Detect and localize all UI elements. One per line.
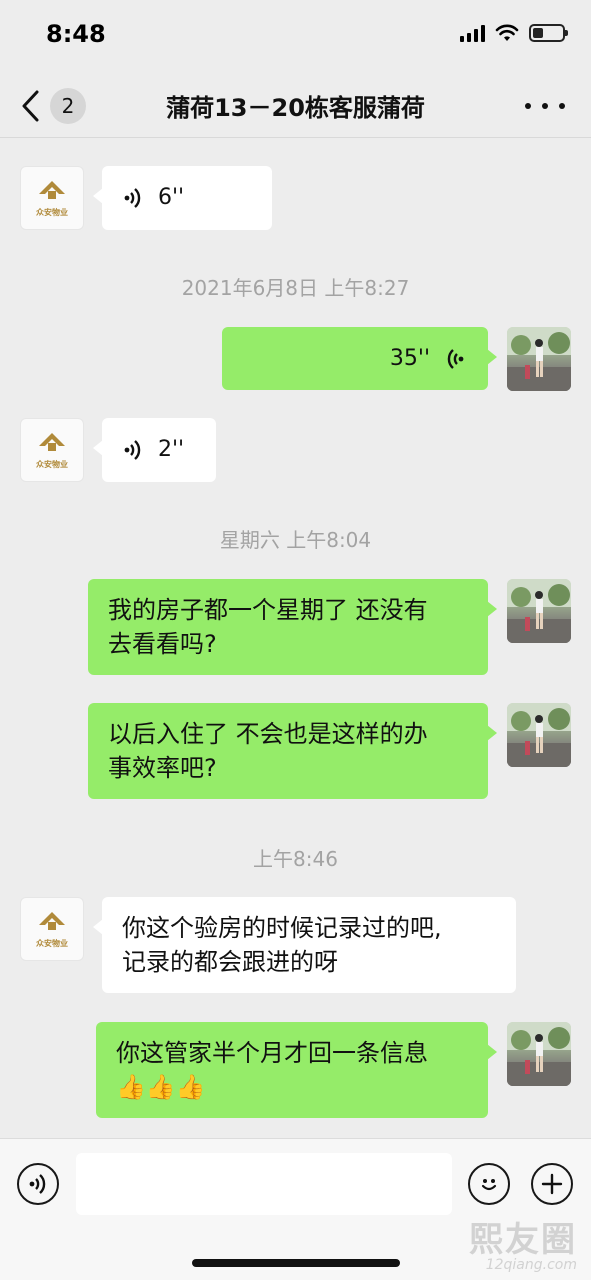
wifi-icon [495, 24, 519, 41]
home-indicator[interactable] [192, 1259, 400, 1267]
more-options-button[interactable] [525, 96, 565, 116]
message-line: 记录的都会跟进的呀 [122, 948, 338, 976]
contact-avatar[interactable]: 众安物业 [20, 166, 84, 230]
message-line: 👍👍👍 [116, 1073, 206, 1101]
user-avatar[interactable] [507, 327, 571, 391]
user-avatar[interactable] [507, 703, 571, 767]
status-icons [460, 24, 568, 42]
voice-message[interactable]: 35'' [222, 327, 497, 390]
emoji-button[interactable] [468, 1163, 510, 1205]
user-avatar[interactable] [507, 579, 571, 643]
plus-icon [541, 1173, 563, 1195]
property-logo-icon [39, 181, 65, 199]
voice-duration: 2'' [158, 437, 185, 462]
user-photo-icon [507, 1022, 571, 1086]
message-line: 事效率吧? [108, 754, 217, 782]
message-timestamp: 上午8:46 [253, 847, 338, 871]
more-dot-icon [525, 103, 531, 109]
watermark-text: 熙友圈 [469, 1220, 577, 1260]
voice-wave-icon [29, 1174, 46, 1194]
voice-input-button[interactable] [17, 1163, 59, 1205]
voice-wave-icon [444, 347, 464, 371]
logo-text: 众安物业 [36, 208, 68, 217]
battery-icon [529, 24, 568, 42]
property-logo-icon [39, 433, 65, 451]
message-line: 你这管家半个月才回一条信息 [116, 1039, 428, 1067]
message-line: 去看看吗? [108, 630, 217, 658]
message-timestamp: 星期六 上午8:04 [219, 528, 372, 552]
message-timestamp: 2021年6月8日 上午8:27 [181, 276, 410, 300]
contact-avatar[interactable]: 众安物业 [20, 897, 84, 961]
voice-message[interactable]: 6'' [93, 166, 272, 230]
user-photo-icon [507, 579, 571, 643]
text-message[interactable]: 我的房子都一个星期了 还没有 去看看吗? [88, 579, 497, 675]
more-dot-icon [542, 103, 548, 109]
user-photo-icon [507, 327, 571, 391]
watermark-url: 12qiang.com [485, 1257, 577, 1273]
watermark: 熙友圈 12qiang.com [469, 1212, 577, 1273]
message-line: 以后入住了 不会也是这样的办 [108, 720, 428, 748]
logo-text: 众安物业 [36, 939, 68, 948]
text-message[interactable]: 你这个验房的时候记录过的吧, 记录的都会跟进的呀 [93, 897, 516, 993]
chat-title: 蒲荷13－20栋客服蒲荷 [166, 94, 425, 122]
voice-duration: 6'' [158, 185, 185, 210]
message-input[interactable] [76, 1153, 452, 1215]
user-photo-icon [507, 703, 571, 767]
message-line: 我的房子都一个星期了 还没有 [108, 596, 428, 624]
chat-header: 2 蒲荷13－20栋客服蒲荷 [0, 72, 591, 138]
voice-message[interactable]: 2'' [93, 418, 216, 482]
smiley-icon [481, 1179, 497, 1191]
user-avatar[interactable] [507, 1022, 571, 1086]
voice-wave-icon [124, 186, 144, 210]
text-message[interactable]: 你这管家半个月才回一条信息 👍👍👍 [96, 1022, 497, 1118]
logo-text: 众安物业 [36, 460, 68, 469]
contact-avatar[interactable]: 众安物业 [20, 418, 84, 482]
cellular-signal-icon [460, 24, 485, 42]
voice-duration: 35'' [389, 345, 430, 371]
status-bar: 8:48 [0, 0, 591, 72]
status-time: 8:48 [46, 20, 106, 48]
voice-wave-icon [124, 438, 144, 462]
message-line: 你这个验房的时候记录过的吧, [122, 914, 442, 942]
property-logo-icon [39, 912, 65, 930]
more-dot-icon [559, 103, 565, 109]
text-message[interactable]: 以后入住了 不会也是这样的办 事效率吧? [88, 703, 497, 799]
more-functions-button[interactable] [531, 1163, 573, 1205]
